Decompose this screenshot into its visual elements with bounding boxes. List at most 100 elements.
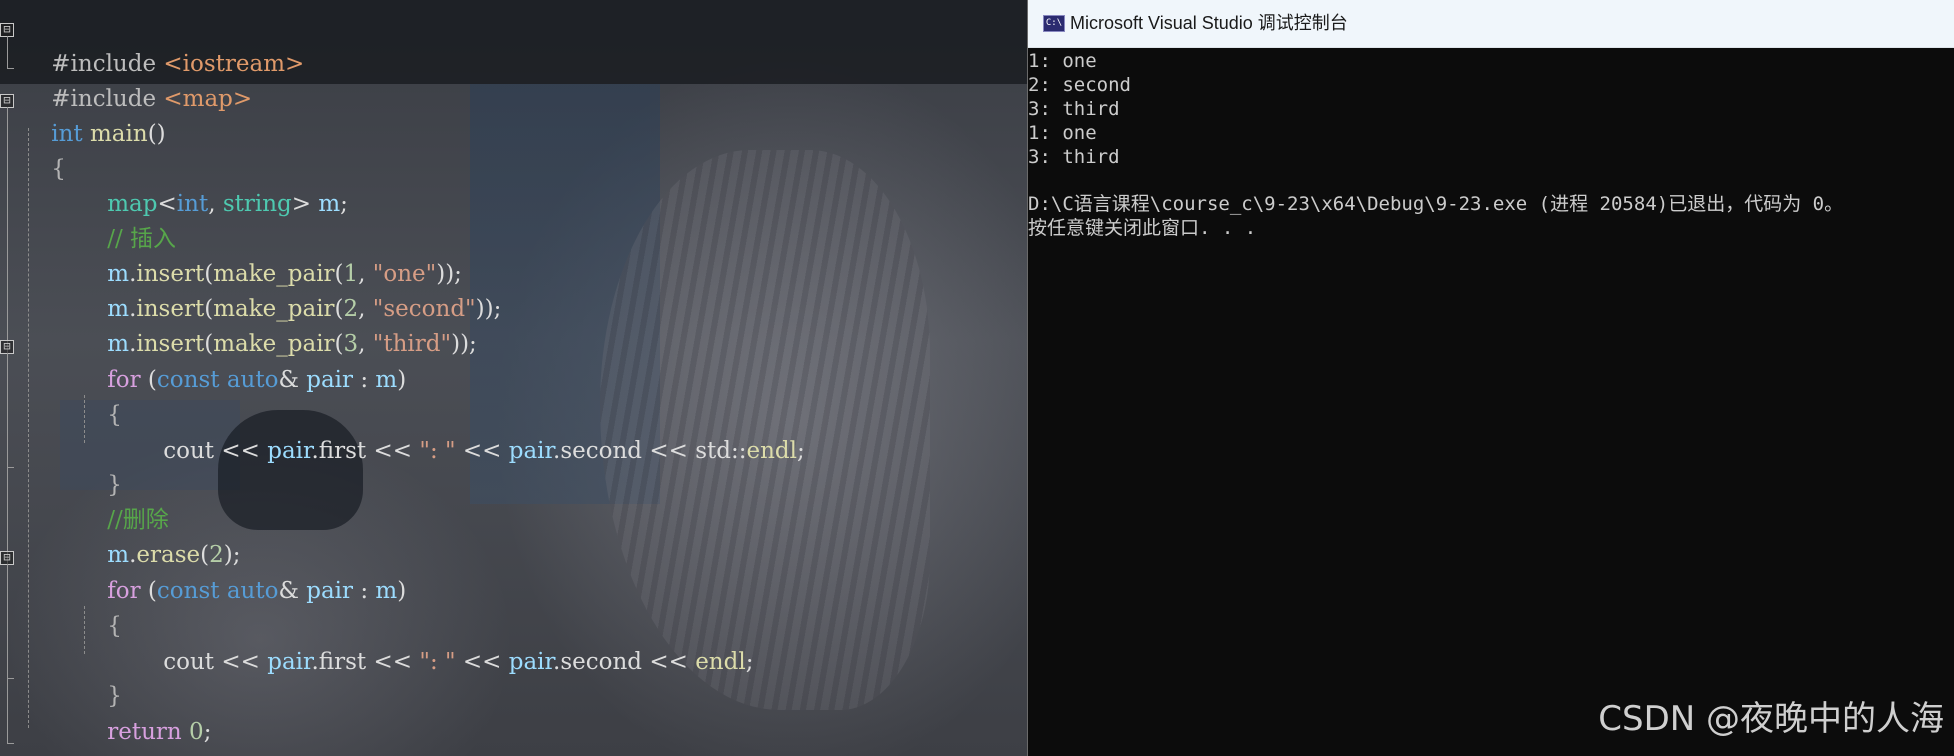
operator: << xyxy=(214,438,268,464)
type-name: string xyxy=(222,191,292,217)
variable: m xyxy=(375,367,398,393)
keyword: auto xyxy=(226,367,279,393)
punctuation: : xyxy=(353,578,376,604)
operator: << xyxy=(366,649,420,675)
punctuation: . xyxy=(311,438,319,464)
code-line[interactable]: { xyxy=(78,574,122,639)
code-line[interactable]: map<int, string> m; xyxy=(78,152,348,217)
fold-guide-end xyxy=(7,743,14,744)
console-output-line: 3: third xyxy=(1028,98,1120,120)
fold-guide-line xyxy=(7,353,8,467)
punctuation: ; xyxy=(745,649,754,675)
code-line[interactable]: #include <iostream> xyxy=(22,12,304,77)
fold-guide-end xyxy=(7,678,14,679)
code-editor-pane[interactable]: ⊟ ⊟ ⊟ ⊟ #include <iostream> #include <ma… xyxy=(0,0,1027,756)
string-literal: ": " xyxy=(419,649,456,675)
operator: << xyxy=(366,438,420,464)
punctuation: ( xyxy=(140,367,157,393)
operator: << xyxy=(642,649,696,675)
keyword: int xyxy=(176,191,209,217)
member: second xyxy=(560,438,643,464)
code-line[interactable]: { xyxy=(22,117,66,182)
function-name: endl xyxy=(746,438,797,464)
number-literal: 0 xyxy=(189,719,204,745)
code-line[interactable]: cout << pair.first << ": " << pair.secon… xyxy=(134,399,804,464)
function-name: endl xyxy=(695,649,746,675)
code-line[interactable]: return 0; xyxy=(78,680,211,745)
punctuation: )); xyxy=(475,296,502,322)
code-line[interactable]: } xyxy=(78,433,122,498)
code-line[interactable]: //删除 xyxy=(78,468,169,533)
operator: << xyxy=(455,649,509,675)
punctuation xyxy=(182,719,189,745)
fold-toggle-icon[interactable]: ⊟ xyxy=(0,551,14,565)
variable: m xyxy=(375,578,398,604)
punctuation xyxy=(220,578,227,604)
debug-console-window[interactable]: C:\ Microsoft Visual Studio 调试控制台 1: one… xyxy=(1027,0,1954,756)
console-output-line: 1: one xyxy=(1028,122,1097,144)
punctuation: . xyxy=(311,649,319,675)
punctuation xyxy=(220,367,227,393)
string-literal: ": " xyxy=(419,438,456,464)
punctuation: ) xyxy=(397,367,407,393)
code-line[interactable]: m.insert(make_pair(1, "one")); xyxy=(78,222,462,287)
function-name: main xyxy=(82,121,148,147)
punctuation: () xyxy=(147,121,166,147)
keyword: auto xyxy=(226,578,279,604)
fold-guide-end xyxy=(7,68,14,69)
punctuation: ; xyxy=(203,719,212,745)
identifier: cout xyxy=(163,438,215,464)
fold-toggle-icon[interactable]: ⊟ xyxy=(0,94,14,108)
variable: pair xyxy=(306,578,354,604)
console-output-line: 2: second xyxy=(1028,74,1131,96)
variable: pair xyxy=(267,649,312,675)
console-app-icon: C:\ xyxy=(1043,15,1065,32)
punctuation: & xyxy=(278,367,307,393)
variable: pair xyxy=(508,649,554,675)
punctuation: ) xyxy=(397,578,407,604)
window-title: Microsoft Visual Studio 调试控制台 xyxy=(1070,13,1348,33)
variable: pair xyxy=(508,438,554,464)
code-line[interactable]: int main() xyxy=(22,82,165,147)
punctuation: : xyxy=(353,367,376,393)
include-header: <map> xyxy=(163,86,253,112)
member: first xyxy=(318,649,367,675)
punctuation: ; xyxy=(796,438,805,464)
fold-guide-line xyxy=(7,564,8,678)
console-titlebar[interactable]: C:\ Microsoft Visual Studio 调试控制台 xyxy=(1028,0,1954,48)
operator: << xyxy=(642,438,696,464)
keyword: const xyxy=(156,367,220,393)
fold-guide-end xyxy=(7,467,14,468)
punctuation: & xyxy=(278,578,307,604)
variable: pair xyxy=(306,367,354,393)
fold-toggle-icon[interactable]: ⊟ xyxy=(0,340,14,354)
console-output-line: 1: one xyxy=(1028,50,1097,72)
csdn-watermark: CSDN @夜晚中的人海 xyxy=(1598,699,1944,739)
code-line[interactable]: for (const auto& pair : m) xyxy=(78,539,406,604)
code-line[interactable]: m.insert(make_pair(2, "second")); xyxy=(78,257,501,322)
console-output-line: 3: third xyxy=(1028,146,1120,168)
console-exit-message: D:\C语言课程\course_c\9-23\x64\Debug\9-23.ex… xyxy=(1028,193,1844,215)
code-line[interactable]: #include <map> xyxy=(22,47,252,112)
brace: { xyxy=(51,156,66,182)
brace: { xyxy=(107,613,122,639)
brace: { xyxy=(107,402,122,428)
punctuation: ( xyxy=(140,578,157,604)
fold-toggle-icon[interactable]: ⊟ xyxy=(0,23,14,37)
member: first xyxy=(318,438,367,464)
identifier: cout xyxy=(163,649,215,675)
code-line[interactable]: for (const auto& pair : m) xyxy=(78,328,406,393)
variable: pair xyxy=(267,438,312,464)
code-line[interactable]: // 插入 xyxy=(78,187,176,252)
code-line[interactable]: m.erase(2); xyxy=(78,503,240,568)
variable: m xyxy=(318,191,341,217)
punctuation: > xyxy=(291,191,319,217)
member: second xyxy=(560,649,643,675)
code-line[interactable]: m.insert(make_pair(3, "third")); xyxy=(78,292,477,357)
code-line[interactable]: } xyxy=(78,644,122,709)
operator: << xyxy=(455,438,509,464)
code-line[interactable]: } xyxy=(22,715,66,756)
code-line[interactable]: cout << pair.first << ": " << pair.secon… xyxy=(134,610,753,675)
code-line[interactable]: { xyxy=(78,363,122,428)
control-keyword: return xyxy=(107,719,182,745)
